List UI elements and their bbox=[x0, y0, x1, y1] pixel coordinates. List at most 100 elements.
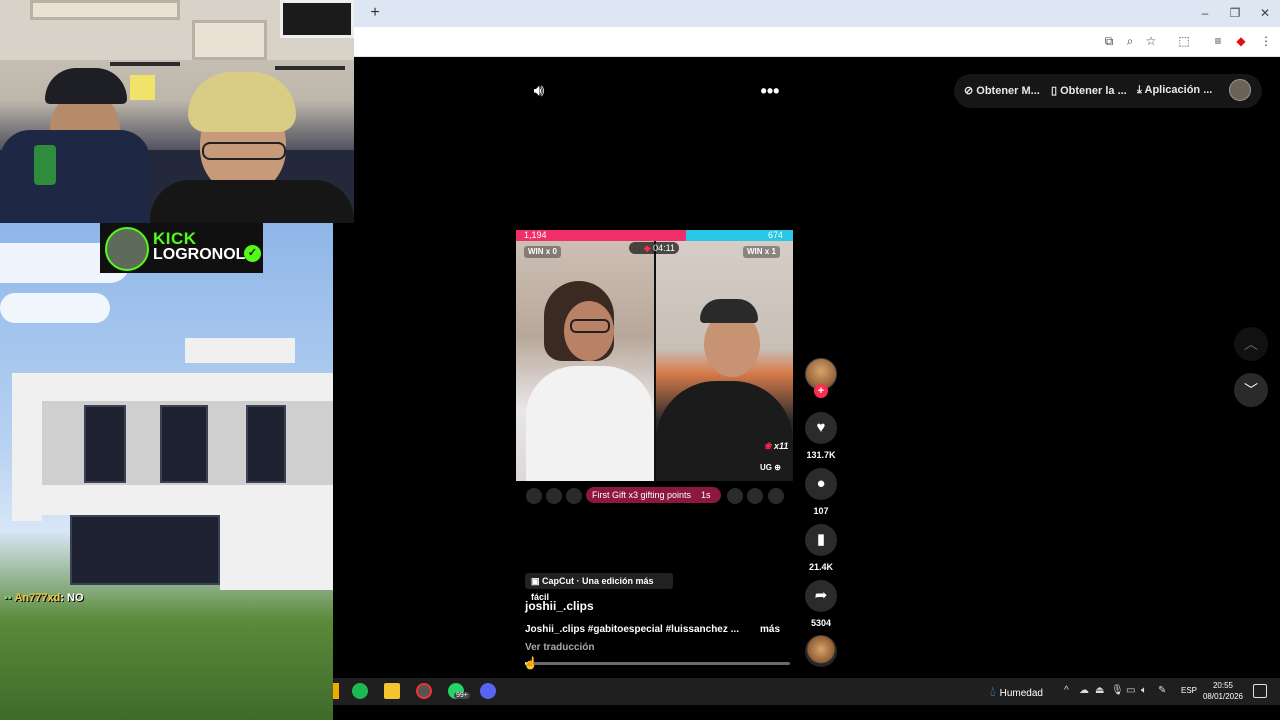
drink-can bbox=[34, 145, 56, 185]
ug-label: UG ⊕ bbox=[760, 463, 781, 472]
video-author[interactable]: joshii_.clips bbox=[525, 599, 594, 613]
share-count: 5304 bbox=[810, 618, 832, 628]
share-button[interactable]: ➦ bbox=[805, 580, 837, 612]
file-explorer-icon[interactable] bbox=[384, 683, 400, 699]
chat-text: : NO bbox=[60, 592, 84, 604]
taskbar-app-icon[interactable] bbox=[333, 683, 339, 699]
minimize-icon[interactable]: – bbox=[1195, 4, 1215, 22]
water-drop-icon: 💧︎ bbox=[990, 683, 996, 699]
chat-username: An777xd bbox=[14, 592, 61, 604]
bookmark-star-icon[interactable]: ☆ bbox=[1142, 32, 1160, 50]
wall-poster bbox=[192, 20, 267, 60]
profile-avatar[interactable] bbox=[1229, 79, 1251, 101]
cloud-icon[interactable]: ☁ bbox=[1079, 684, 1089, 698]
building-roof bbox=[185, 338, 295, 363]
gifter-avatar bbox=[768, 488, 784, 504]
rose-icon: ◆ bbox=[643, 243, 654, 253]
webcam-feed bbox=[0, 0, 354, 223]
heart-icon: ♥ bbox=[816, 419, 826, 436]
restore-icon[interactable]: ❐ bbox=[1225, 4, 1245, 22]
bookmark-icon: ▮ bbox=[816, 531, 826, 548]
wall-poster bbox=[30, 0, 180, 20]
gifter-avatar bbox=[747, 488, 763, 504]
follow-plus-button[interactable]: + bbox=[814, 384, 828, 398]
comment-icon: ● bbox=[816, 475, 826, 492]
capcut-tag[interactable]: ▣ CapCut · Una edición más fácil bbox=[525, 573, 673, 602]
gifter-avatar bbox=[566, 488, 582, 504]
extensions-icon[interactable]: ⬚ bbox=[1175, 32, 1193, 50]
notification-icon[interactable] bbox=[1253, 684, 1267, 698]
win-counter-right: WIN x 1 bbox=[743, 246, 780, 258]
building-lower-slab bbox=[12, 485, 333, 515]
rose-icon: ❀ bbox=[764, 441, 775, 451]
video-progress-track[interactable] bbox=[525, 662, 790, 665]
desktop-app-button[interactable]: ⤓ Aplicación ... bbox=[1137, 84, 1212, 97]
battle-score-left: 1,194 bbox=[524, 230, 547, 240]
description-more-link[interactable]: más bbox=[760, 624, 780, 635]
gift-banner-time: 1s bbox=[701, 490, 711, 500]
win-counter-left: WIN x 0 bbox=[524, 246, 561, 258]
language-indicator[interactable]: ESP bbox=[1181, 686, 1197, 695]
menu-kebab-icon[interactable]: ⋮ bbox=[1257, 32, 1275, 50]
microphone-icon[interactable]: 🎙︎ bbox=[1111, 684, 1124, 698]
close-icon[interactable]: ✕ bbox=[1255, 4, 1275, 22]
volume-icon[interactable]: 🔊︎ bbox=[528, 80, 550, 102]
zoom-icon[interactable]: ⌕ bbox=[1121, 32, 1139, 50]
install-app-icon[interactable]: ⧉ bbox=[1100, 32, 1118, 50]
chevron-up-icon: ︿ bbox=[1244, 336, 1258, 352]
video-description: Joshii_.clips #gabitoespecial #luissanch… bbox=[525, 624, 739, 635]
get-app-button[interactable]: ▯ Obtener la ... bbox=[1051, 84, 1127, 97]
discord-icon[interactable] bbox=[480, 683, 496, 699]
chevron-down-icon: ﹀ bbox=[1244, 382, 1258, 398]
pen-icon[interactable]: ✎ bbox=[1158, 684, 1166, 698]
building-upper-slab bbox=[12, 373, 333, 401]
network-icon[interactable]: ▭ bbox=[1126, 684, 1135, 698]
chat-message: ▪▪ An777xd: NO bbox=[4, 592, 84, 604]
add-circle-icon: ⊕ bbox=[774, 463, 781, 472]
download-icon: ⤓ bbox=[1137, 84, 1145, 96]
streamer-avatar bbox=[105, 227, 149, 271]
translate-link[interactable]: Ver traducción bbox=[525, 642, 594, 653]
clock-date[interactable]: 08/01/2026 bbox=[1200, 692, 1246, 701]
gift-banner: First Gift x3 gifting points 1s bbox=[586, 487, 721, 503]
weather-widget[interactable]: 💧︎ Humedad bbox=[990, 683, 1043, 702]
gift-multiplier: ❀ x11 bbox=[764, 441, 789, 451]
battle-left-cam bbox=[516, 241, 654, 481]
reading-list-icon[interactable]: ≡ bbox=[1209, 32, 1227, 50]
get-coins-button[interactable]: ⊘ Obtener M... bbox=[964, 84, 1040, 97]
next-video-button[interactable]: ﹀ bbox=[1234, 373, 1268, 407]
music-disc[interactable] bbox=[805, 635, 837, 667]
game-capture bbox=[0, 223, 333, 720]
whatsapp-badge: 99+ bbox=[454, 692, 470, 699]
clock-time[interactable]: 20:55 bbox=[1200, 681, 1246, 690]
obs-icon[interactable] bbox=[416, 683, 432, 699]
chevron-up-icon[interactable]: ^ bbox=[1064, 684, 1069, 698]
battle-score-right: 674 bbox=[768, 230, 784, 240]
coins-icon: ⊘ bbox=[964, 85, 977, 97]
streamer-name: LOGRONOL bbox=[153, 246, 246, 263]
windows-taskbar bbox=[333, 678, 1280, 705]
save-button[interactable]: ▮ bbox=[805, 524, 837, 556]
share-arrow-icon: ➦ bbox=[814, 587, 828, 604]
comment-count: 107 bbox=[813, 506, 829, 516]
gifter-avatar bbox=[546, 488, 562, 504]
speaker-icon[interactable]: 🔈︎ bbox=[1141, 684, 1147, 698]
profile-extension-icon[interactable]: ◆ bbox=[1232, 32, 1250, 50]
more-options-icon[interactable]: ••• bbox=[759, 80, 781, 102]
like-button[interactable]: ♥ bbox=[805, 412, 837, 444]
previous-video-button[interactable]: ︿ bbox=[1234, 327, 1268, 361]
blond-hair bbox=[188, 72, 296, 132]
capcut-icon: ▣ bbox=[531, 576, 543, 586]
phone-icon: ▯ bbox=[1051, 85, 1061, 97]
new-tab-button[interactable]: + bbox=[366, 4, 384, 22]
comment-button[interactable]: ● bbox=[805, 468, 837, 500]
hand-cursor-icon: ☝ bbox=[523, 656, 538, 670]
check-badge-icon: ✓ bbox=[244, 245, 261, 262]
usb-icon[interactable]: ⏏ bbox=[1095, 684, 1104, 698]
gifter-avatar bbox=[727, 488, 743, 504]
like-count: 131.7K bbox=[806, 450, 836, 460]
spotify-icon[interactable] bbox=[352, 683, 368, 699]
wall-poster bbox=[280, 0, 354, 38]
gifter-avatar bbox=[526, 488, 542, 504]
battle-divider bbox=[654, 241, 656, 481]
